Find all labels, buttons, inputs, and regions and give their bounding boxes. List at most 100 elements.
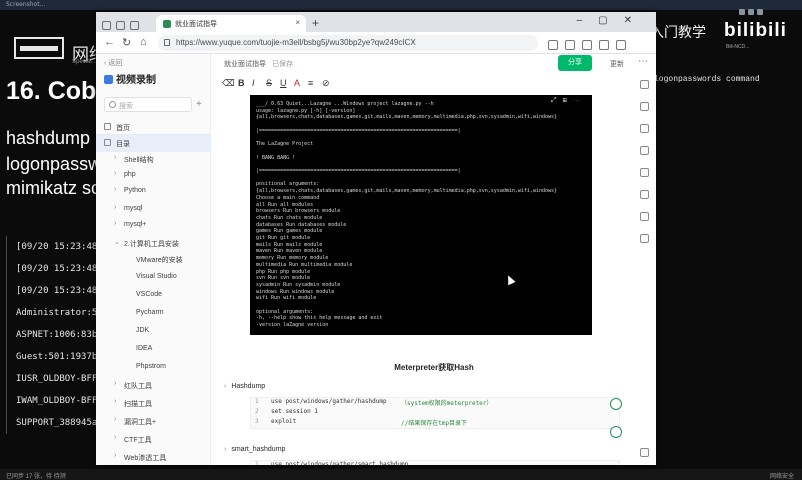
sidebar-item[interactable]: › CTF工具: [96, 430, 211, 448]
sidebar-item-label: IDEA: [136, 345, 153, 352]
favorite-icon[interactable]: [548, 40, 558, 50]
hashdump-code-block[interactable]: 1 use post/windows/gather/hashdump （system…: [250, 397, 620, 429]
tree-caret-icon[interactable]: ›: [114, 204, 116, 211]
collapse-caret-icon[interactable]: ›: [224, 383, 226, 390]
slide-right-command: logonpasswords command: [654, 75, 760, 84]
font-color-button[interactable]: A: [294, 78, 300, 88]
screenshot-text-line: games Run games module: [256, 228, 323, 235]
smart-hashdump-code-block[interactable]: 1use post/windows/gather/smart_hashdump2…: [250, 460, 620, 465]
line-number: 1: [255, 398, 259, 405]
close-tab-icon[interactable]: ×: [295, 18, 300, 27]
tree-caret-icon[interactable]: ›: [114, 220, 116, 227]
align-button[interactable]: ≡: [308, 78, 313, 88]
sidebar-item-label: 目录: [116, 141, 130, 148]
collections-icon[interactable]: [582, 40, 592, 50]
sidebar-back-link[interactable]: ‹ 返回: [104, 58, 122, 68]
home-icon[interactable]: ⌂: [140, 36, 147, 48]
menu-icon[interactable]: [616, 40, 626, 50]
terminal-line: [09/20 15:23:48] [+: [6, 280, 96, 302]
tray-icon[interactable]: [739, 9, 745, 15]
clear-format-icon[interactable]: ⊘: [322, 78, 330, 89]
tree-caret-icon[interactable]: ›: [114, 170, 116, 177]
knowledge-base-title[interactable]: 视频录制: [104, 71, 156, 86]
back-arrow-icon[interactable]: ←: [104, 36, 115, 48]
tray-icon[interactable]: [748, 9, 754, 15]
tree-caret-icon[interactable]: ›: [114, 398, 116, 405]
sidebar-item-label: Phpstrom: [136, 363, 166, 370]
refresh-icon[interactable]: [610, 426, 622, 438]
panel-icon[interactable]: [640, 146, 649, 155]
sidebar-search-input[interactable]: 搜索: [104, 97, 192, 112]
tab-list-icon[interactable]: [116, 21, 125, 30]
sidebar-item[interactable]: JDK: [96, 322, 211, 340]
tree-caret-icon[interactable]: ›: [114, 416, 116, 423]
sidebar-item[interactable]: IDEA: [96, 340, 211, 358]
sidebar-item-label: Python: [124, 187, 146, 194]
share-button[interactable]: 分享: [558, 55, 592, 71]
lazagne-help-screenshot[interactable]: ⤢⊞⋯ ___/ 0.63 Quiet...Lazagne ...Windows…: [250, 95, 592, 335]
code-line: 1 use post/windows/gather/smart_hashdump: [251, 461, 619, 465]
screenshot-text-line: |=======================================…: [256, 168, 461, 174]
collections-icon[interactable]: [130, 21, 139, 30]
italic-button[interactable]: I: [252, 78, 255, 88]
tree-caret-icon[interactable]: ›: [114, 380, 116, 387]
split-icon[interactable]: [565, 40, 575, 50]
panel-icon[interactable]: [640, 190, 649, 199]
help-icon[interactable]: [610, 398, 622, 410]
tree-caret-icon[interactable]: ›: [114, 154, 116, 161]
sidebar-item[interactable]: VSCode: [96, 286, 211, 304]
status-right-text: 网络安全: [769, 474, 794, 480]
window-controls[interactable]: –▢✕: [577, 15, 648, 26]
strike-button[interactable]: S: [266, 78, 272, 88]
tree-caret-icon[interactable]: ›: [114, 452, 116, 459]
format-toolbar: ⌫ B I S U A ≡ ⊘: [222, 76, 642, 94]
image-toolbar-icons[interactable]: ⤢⊞⋯: [551, 97, 586, 105]
sidebar-item[interactable]: › 漏洞工具+: [96, 412, 211, 430]
screenshot-text-line: all Run all modules: [256, 201, 314, 208]
sidebar-item[interactable]: › 红队工具: [96, 376, 211, 394]
screenshot-text-line: windows Run windows module: [256, 288, 335, 295]
tree-caret-icon[interactable]: ›: [114, 186, 116, 193]
sidebar-item[interactable]: Visual Studio: [96, 268, 211, 286]
panel-icon[interactable]: [640, 102, 649, 111]
doc-breadcrumb[interactable]: 就业面试指导: [224, 59, 266, 69]
url-field[interactable]: https://www.yuque.com/tuojie-m3ell/bsbg5…: [158, 35, 538, 51]
smart-hashdump-heading[interactable]: › smart_hashdump: [224, 446, 285, 453]
sidebar-item[interactable]: › Web渗透工具: [96, 448, 211, 465]
sidebar-item[interactable]: Pycharm: [96, 304, 211, 322]
reload-icon[interactable]: ↻: [122, 36, 131, 49]
update-button[interactable]: 更新: [610, 59, 624, 69]
sidebar-item[interactable]: Phpstrom: [96, 358, 211, 376]
panel-icon[interactable]: [640, 212, 649, 221]
tree-caret-icon[interactable]: ⌄: [114, 238, 120, 246]
sidebar-item-label: 首页: [116, 125, 130, 132]
sidebar-item[interactable]: › Python: [96, 182, 211, 200]
screenshot-text-line: mails Run mails module: [256, 241, 323, 248]
browser-tab-active[interactable]: 就业面试指导 ×: [156, 15, 306, 32]
more-options-icon[interactable]: ⋯: [638, 56, 648, 67]
sidebar-item[interactable]: › mysql+: [96, 216, 211, 234]
new-tab-button[interactable]: +: [312, 16, 319, 30]
profile-icon[interactable]: [599, 40, 609, 50]
undo-icon[interactable]: ⌫: [222, 78, 235, 89]
panel-icon[interactable]: [640, 124, 649, 133]
sidebar-item[interactable]: › 扫描工具: [96, 394, 211, 412]
sidebar-item[interactable]: VMware的安装: [96, 250, 211, 268]
collapse-caret-icon[interactable]: ›: [224, 446, 226, 453]
underline-button[interactable]: U: [280, 78, 287, 88]
line-number: 1: [255, 461, 259, 465]
search-placeholder: 搜索: [119, 103, 133, 110]
settings-icon[interactable]: [640, 448, 649, 457]
course-logo-icon: [14, 37, 64, 59]
panel-icon[interactable]: [640, 80, 649, 89]
tab-bar: 就业面试指导 × + –▢✕: [96, 12, 656, 32]
panel-icon[interactable]: [640, 234, 649, 243]
add-doc-button[interactable]: +: [196, 99, 202, 110]
hashdump-heading[interactable]: › Hashdump: [224, 383, 265, 390]
workspace-icon[interactable]: [102, 21, 111, 30]
tray-icon[interactable]: [757, 9, 763, 15]
doc-sidebar: ‹ 返回 视频录制 搜索 + 首页 目录 › Shell结构 › php › Python › m…: [96, 54, 211, 465]
panel-icon[interactable]: [640, 168, 649, 177]
bold-button[interactable]: B: [238, 78, 245, 88]
tree-caret-icon[interactable]: ›: [114, 434, 116, 441]
